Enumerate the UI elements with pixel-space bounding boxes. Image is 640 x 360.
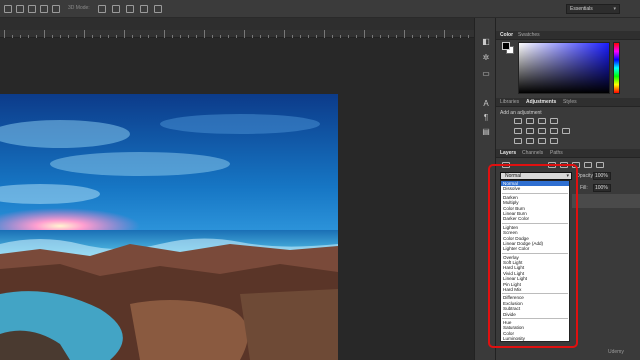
blend-mode-option[interactable]: Dissolve (501, 186, 569, 191)
invert-icon[interactable] (514, 138, 522, 144)
ruler-tick (84, 30, 85, 38)
ruler-tick (364, 30, 365, 38)
brightness-contrast-icon[interactable] (514, 118, 522, 124)
filter-adjustment-icon[interactable] (560, 162, 568, 168)
curves-icon[interactable] (538, 118, 546, 124)
ruler-tick (204, 30, 205, 38)
ruler-tick (164, 30, 165, 38)
workspace-select[interactable]: Essentials ▾ (566, 4, 620, 14)
exposure-icon[interactable] (550, 118, 558, 124)
3d-slide-icon[interactable] (140, 5, 148, 13)
brush-presets-icon[interactable]: ▭ (482, 70, 490, 78)
ruler-tick (244, 30, 245, 38)
filter-pixel-icon[interactable] (548, 162, 556, 168)
filter-shape-icon[interactable] (584, 162, 592, 168)
3d-scale-icon[interactable] (154, 5, 162, 13)
opacity-label: Opacity: (576, 173, 595, 179)
properties-icon[interactable]: ✲ (482, 54, 490, 62)
blend-mode-option[interactable]: Luminosity (501, 336, 569, 341)
filter-smart-object-icon[interactable] (596, 162, 604, 168)
character-icon[interactable]: A (482, 100, 490, 108)
tab-layers[interactable]: Layers (500, 150, 516, 156)
adjustment-hint: Add an adjustment (500, 110, 542, 116)
opacity-input[interactable]: 100% (593, 172, 611, 180)
chevron-down-icon: ▾ (566, 173, 569, 179)
info-icon[interactable]: ▤ (482, 128, 490, 136)
align-center-icon[interactable] (28, 5, 36, 13)
blend-mode-separator (502, 192, 568, 194)
blend-mode-separator (502, 222, 568, 224)
ruler-tick (4, 30, 5, 38)
tab-paths[interactable]: Paths (550, 150, 563, 156)
levels-icon[interactable] (526, 118, 534, 124)
filter-kind-icon[interactable] (502, 162, 510, 168)
tab-color[interactable]: Color (500, 32, 513, 38)
fill-label: Fill: (580, 185, 588, 191)
hue-slider[interactable] (613, 42, 620, 94)
udemy-watermark: Udemy (608, 349, 624, 355)
tab-adjustments[interactable]: Adjustments (526, 99, 556, 105)
ruler-tick (324, 30, 325, 38)
filter-type-icon[interactable] (572, 162, 580, 168)
paragraph-icon[interactable]: ¶ (482, 114, 490, 122)
foreground-color-swatch[interactable] (502, 42, 510, 50)
history-icon[interactable]: ◧ (482, 38, 490, 46)
document-image[interactable] (0, 94, 338, 360)
black-white-icon[interactable] (550, 128, 558, 134)
fill-input[interactable]: 100% (593, 184, 611, 192)
blend-mode-value: Normal (505, 173, 522, 179)
adjustments-panel-tabs: Libraries Adjustments Styles (496, 98, 640, 107)
horizontal-ruler (0, 30, 474, 38)
ruler-tick (444, 30, 445, 38)
selective-color-icon[interactable] (550, 138, 558, 144)
tab-channels[interactable]: Channels (522, 150, 543, 156)
align-icon[interactable] (16, 5, 24, 13)
options-bar: 3D Mode: Essentials ▾ (0, 0, 640, 18)
blend-mode-select[interactable]: Normal ▾ (500, 172, 572, 180)
blend-mode-option[interactable]: Darker Color (501, 216, 569, 221)
ruler-tick (404, 30, 405, 38)
tab-styles[interactable]: Styles (563, 99, 577, 105)
tab-swatches[interactable]: Swatches (518, 32, 540, 38)
move-tool-icon[interactable] (4, 5, 12, 13)
auto-align-icon[interactable] (52, 5, 60, 13)
3d-rotate-icon[interactable] (98, 5, 106, 13)
hue-saturation-icon[interactable] (526, 128, 534, 134)
seascape-photo (0, 94, 338, 360)
blend-mode-option[interactable]: Hard Mix (501, 287, 569, 292)
blend-mode-separator (502, 293, 568, 295)
blend-mode-separator (502, 252, 568, 254)
ruler-tick (124, 30, 125, 38)
blend-mode-option[interactable]: Divide (501, 312, 569, 317)
panel-dock: ◧ ✲ ▭ A ¶ ▤ (474, 18, 496, 360)
document-tab-bar (0, 18, 474, 30)
ruler-tick (284, 30, 285, 38)
posterize-icon[interactable] (526, 138, 534, 144)
blend-mode-list: Normal Dissolve Darken Multiply Color Burn Li… (500, 180, 570, 342)
layer-row[interactable] (572, 194, 640, 208)
3d-mode-label: 3D Mode: (68, 5, 90, 11)
color-balance-icon[interactable] (538, 128, 546, 134)
photo-filter-icon[interactable] (562, 128, 570, 134)
3d-roll-icon[interactable] (112, 5, 120, 13)
layers-panel-tabs: Layers Channels Paths (496, 149, 640, 158)
color-panel-tabs: Color Swatches (496, 31, 640, 40)
3d-drag-icon[interactable] (126, 5, 134, 13)
blend-mode-separator (502, 317, 568, 319)
blend-mode-option[interactable]: Lighter Color (501, 246, 569, 251)
ruler-tick (44, 30, 45, 38)
layers-filter-toolbar (496, 160, 640, 170)
color-picker-field[interactable] (518, 42, 610, 94)
tab-libraries[interactable]: Libraries (500, 99, 519, 105)
threshold-icon[interactable] (538, 138, 546, 144)
workspace-label: Essentials (570, 6, 593, 12)
vibrance-icon[interactable] (514, 128, 522, 134)
distribute-icon[interactable] (40, 5, 48, 13)
chevron-down-icon: ▾ (613, 6, 616, 12)
canvas-area[interactable] (0, 38, 474, 360)
